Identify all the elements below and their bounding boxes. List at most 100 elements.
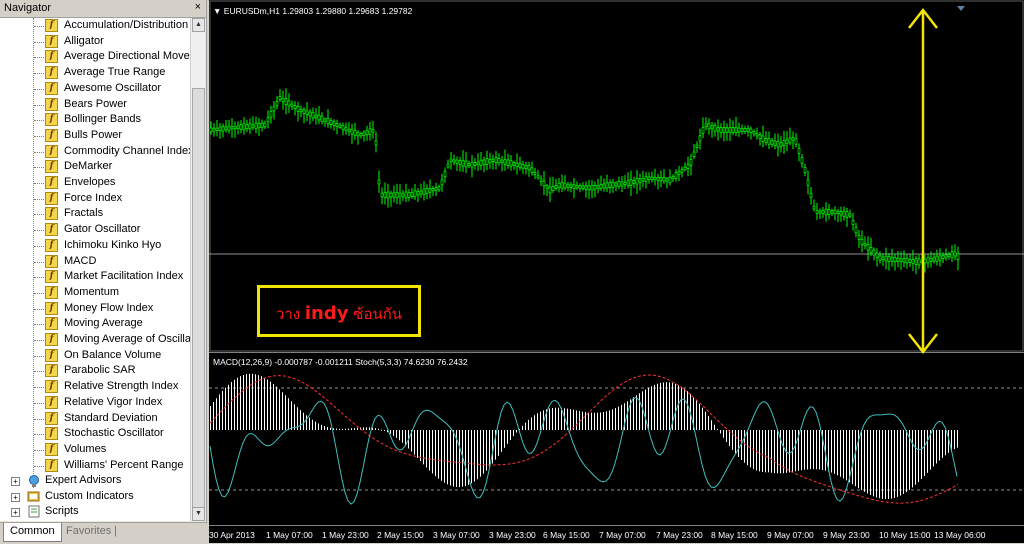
candle-body — [896, 257, 900, 262]
tree-group[interactable]: + Custom Indicators — [0, 489, 190, 505]
tree-connector — [34, 135, 44, 137]
expand-icon[interactable]: + — [11, 477, 20, 486]
scroll-up-icon[interactable]: ▲ — [192, 18, 205, 32]
expand-icon[interactable]: + — [11, 493, 20, 502]
indicator-item[interactable]: f On Balance Volume — [0, 348, 190, 364]
macd-bar — [696, 400, 697, 430]
candle-body — [902, 258, 906, 263]
indicator-item[interactable]: f Awesome Oscillator — [0, 81, 190, 97]
indicator-item[interactable]: f Envelopes — [0, 175, 190, 191]
indicator-item[interactable]: f Momentum — [0, 285, 190, 301]
scroll-thumb[interactable] — [192, 88, 205, 518]
indicator-icon: f — [45, 380, 58, 394]
indicator-item[interactable]: f Fractals — [0, 206, 190, 222]
macd-bar — [435, 430, 436, 477]
scripts-icon — [27, 505, 41, 518]
indicator-item[interactable]: f Stochastic Oscillator — [0, 426, 190, 442]
tab-common[interactable]: Common — [3, 523, 62, 542]
expand-icon[interactable]: + — [11, 508, 20, 517]
indicator-item[interactable]: f MACD — [0, 254, 190, 270]
indicator-item[interactable]: f Average True Range — [0, 65, 190, 81]
macd-bar — [375, 428, 376, 430]
macd-bar — [738, 430, 739, 457]
candle-body — [434, 187, 438, 191]
candle-body — [359, 133, 363, 137]
indicator-item[interactable]: f Bears Power — [0, 97, 190, 113]
macd-bar — [816, 430, 817, 470]
tree-connector — [34, 261, 44, 263]
macd-bar — [252, 373, 253, 430]
candle-body — [236, 125, 240, 130]
candle-body — [221, 126, 225, 132]
macd-bar — [516, 430, 517, 433]
candle-body — [788, 137, 792, 144]
macd-bar — [591, 412, 592, 430]
macd-bar — [834, 430, 835, 474]
macd-bar — [225, 387, 226, 430]
macd-bar — [477, 430, 478, 480]
macd-bar — [921, 430, 922, 479]
candle-body — [629, 179, 633, 187]
macd-bar — [270, 381, 271, 430]
indicator-item[interactable]: f Market Facilitation Index — [0, 269, 190, 285]
indicator-item[interactable]: f Relative Vigor Index — [0, 395, 190, 411]
candle-body — [491, 158, 495, 162]
candle-body — [506, 159, 510, 166]
indicator-item[interactable]: f Parabolic SAR — [0, 363, 190, 379]
indicator-item[interactable]: f Volumes — [0, 442, 190, 458]
candle-body — [869, 247, 873, 253]
indicator-label: Relative Strength Index — [64, 380, 179, 393]
candle-body — [566, 183, 570, 188]
candle-body — [821, 210, 825, 214]
indicator-item[interactable]: f Ichimoku Kinko Hyo — [0, 238, 190, 254]
indicator-item[interactable]: f Standard Deviation — [0, 411, 190, 427]
macd-bar — [258, 375, 259, 430]
time-label: 13 May 06:00 — [934, 530, 986, 540]
candle-body — [665, 178, 669, 182]
candle-body — [812, 206, 816, 210]
indicator-item[interactable]: f DeMarker — [0, 159, 190, 175]
macd-bar — [936, 430, 937, 464]
candle-body — [248, 123, 252, 130]
tree-group[interactable]: + Expert Advisors — [0, 473, 190, 489]
candle-body — [464, 160, 468, 168]
candle-body — [569, 184, 573, 188]
candle-body — [800, 157, 804, 164]
indicator-item[interactable]: f Force Index — [0, 191, 190, 207]
tree-group[interactable]: + Scripts — [0, 504, 190, 520]
candle-body — [926, 257, 930, 264]
indicator-item[interactable]: f Accumulation/Distribution — [0, 18, 190, 34]
macd-bar — [942, 430, 943, 458]
indicator-item[interactable]: f Moving Average of Oscillat — [0, 332, 190, 348]
indicator-item[interactable]: f Relative Strength Index — [0, 379, 190, 395]
chart-window[interactable]: ▼ EURUSDm,H1 1.29803 1.29880 1.29683 1.2… — [209, 0, 1024, 543]
indicator-item[interactable]: f Gator Oscillator — [0, 222, 190, 238]
tree-connector — [34, 465, 44, 467]
indicator-item[interactable]: f Average Directional Movem — [0, 49, 190, 65]
indicator-item[interactable]: f Money Flow Index — [0, 301, 190, 317]
scroll-down-icon[interactable]: ▼ — [192, 507, 205, 521]
tab-favorites[interactable]: Favorites — [60, 523, 117, 541]
indicator-item[interactable]: f Williams' Percent Range — [0, 458, 190, 474]
group-label: Expert Advisors — [45, 474, 122, 486]
navigator-scrollbar[interactable]: ▲ ▼ — [190, 18, 205, 521]
macd-bar — [870, 430, 871, 495]
macd-bar — [552, 408, 553, 430]
candle-body — [887, 256, 891, 262]
indicator-item[interactable]: f Commodity Channel Index — [0, 144, 190, 160]
macd-bar — [768, 430, 769, 473]
indicator-icon: f — [45, 176, 58, 189]
macd-bar — [855, 430, 856, 487]
indicator-item[interactable]: f Alligator — [0, 34, 190, 50]
stochastic-line — [209, 396, 958, 505]
candle-body — [908, 259, 912, 263]
candle-body — [344, 127, 348, 131]
macd-bar — [918, 430, 919, 482]
candle-body — [353, 130, 357, 136]
indicator-item[interactable]: f Bulls Power — [0, 128, 190, 144]
indicator-item[interactable]: f Bollinger Bands — [0, 112, 190, 128]
macd-bar — [558, 407, 559, 430]
indicator-item[interactable]: f Moving Average — [0, 316, 190, 332]
candle-body — [368, 128, 372, 135]
close-icon[interactable]: × — [195, 1, 201, 13]
